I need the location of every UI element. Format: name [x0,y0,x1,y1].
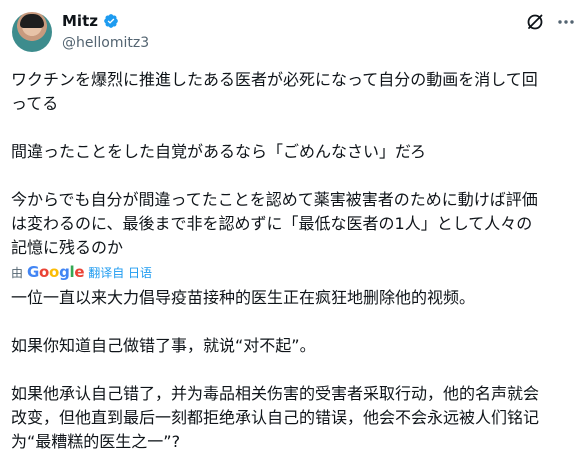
post-line: ってる [11,94,59,113]
author-name-row: Mitz [62,12,119,30]
avatar[interactable] [12,12,52,52]
post-line: 如果你知道自己做错了事，就说“对不起”。 [11,336,316,355]
post-text-translated: 一位一直以来大力倡导疫苗接种的医生正在疯狂地删除他的视频。 如果你知道自己做错了… [11,286,577,454]
post-header: Mitz @hellomitz3 [0,0,587,60]
grok-slash-icon[interactable] [525,12,545,32]
google-logo: Google [27,263,85,281]
translation-attribution: 由 Google 翻译自 日语 [11,262,152,282]
post-line: 改变，但他直到最后一刻都拒绝承认自己的错误，他会不会永远被人们铭记 [11,408,540,427]
post-line: 为“最糟糕的医生之一”? [11,432,181,451]
author-name[interactable]: Mitz [62,12,98,30]
post-line: は変わるのに、最後まで非を認めずに「最低な医者の1人」として人々の [11,214,533,233]
post-line: 今からでも自分が間違ってたことを認めて薬害被害者のために動けば評価 [11,190,538,209]
post-line: 如果他承认自己错了，并为毒品相关伤害的受害者采取行动，他的名声就会 [11,384,540,403]
post-line: ワクチンを爆烈に推進したある医者が必死になって自分の動画を消して回 [11,70,538,89]
verified-badge-icon [104,14,118,28]
post-line: 間違ったことをした自覚があるなら「ごめんなさい」だろ [11,142,427,161]
translated-from-link[interactable]: 翻译自 日语 [88,264,152,281]
post-line: 一位一直以来大力倡导疫苗接种的医生正在疯狂地删除他的视频。 [11,288,476,307]
post-line: 記憶に残るのか [11,238,124,257]
post-text-original: ワクチンを爆烈に推進したある医者が必死になって自分の動画を消して回 ってる 間違… [11,68,577,260]
translation-by-label: 由 [11,265,24,280]
more-horizontal-icon[interactable] [556,12,576,32]
author-handle[interactable]: @hellomitz3 [62,35,149,51]
